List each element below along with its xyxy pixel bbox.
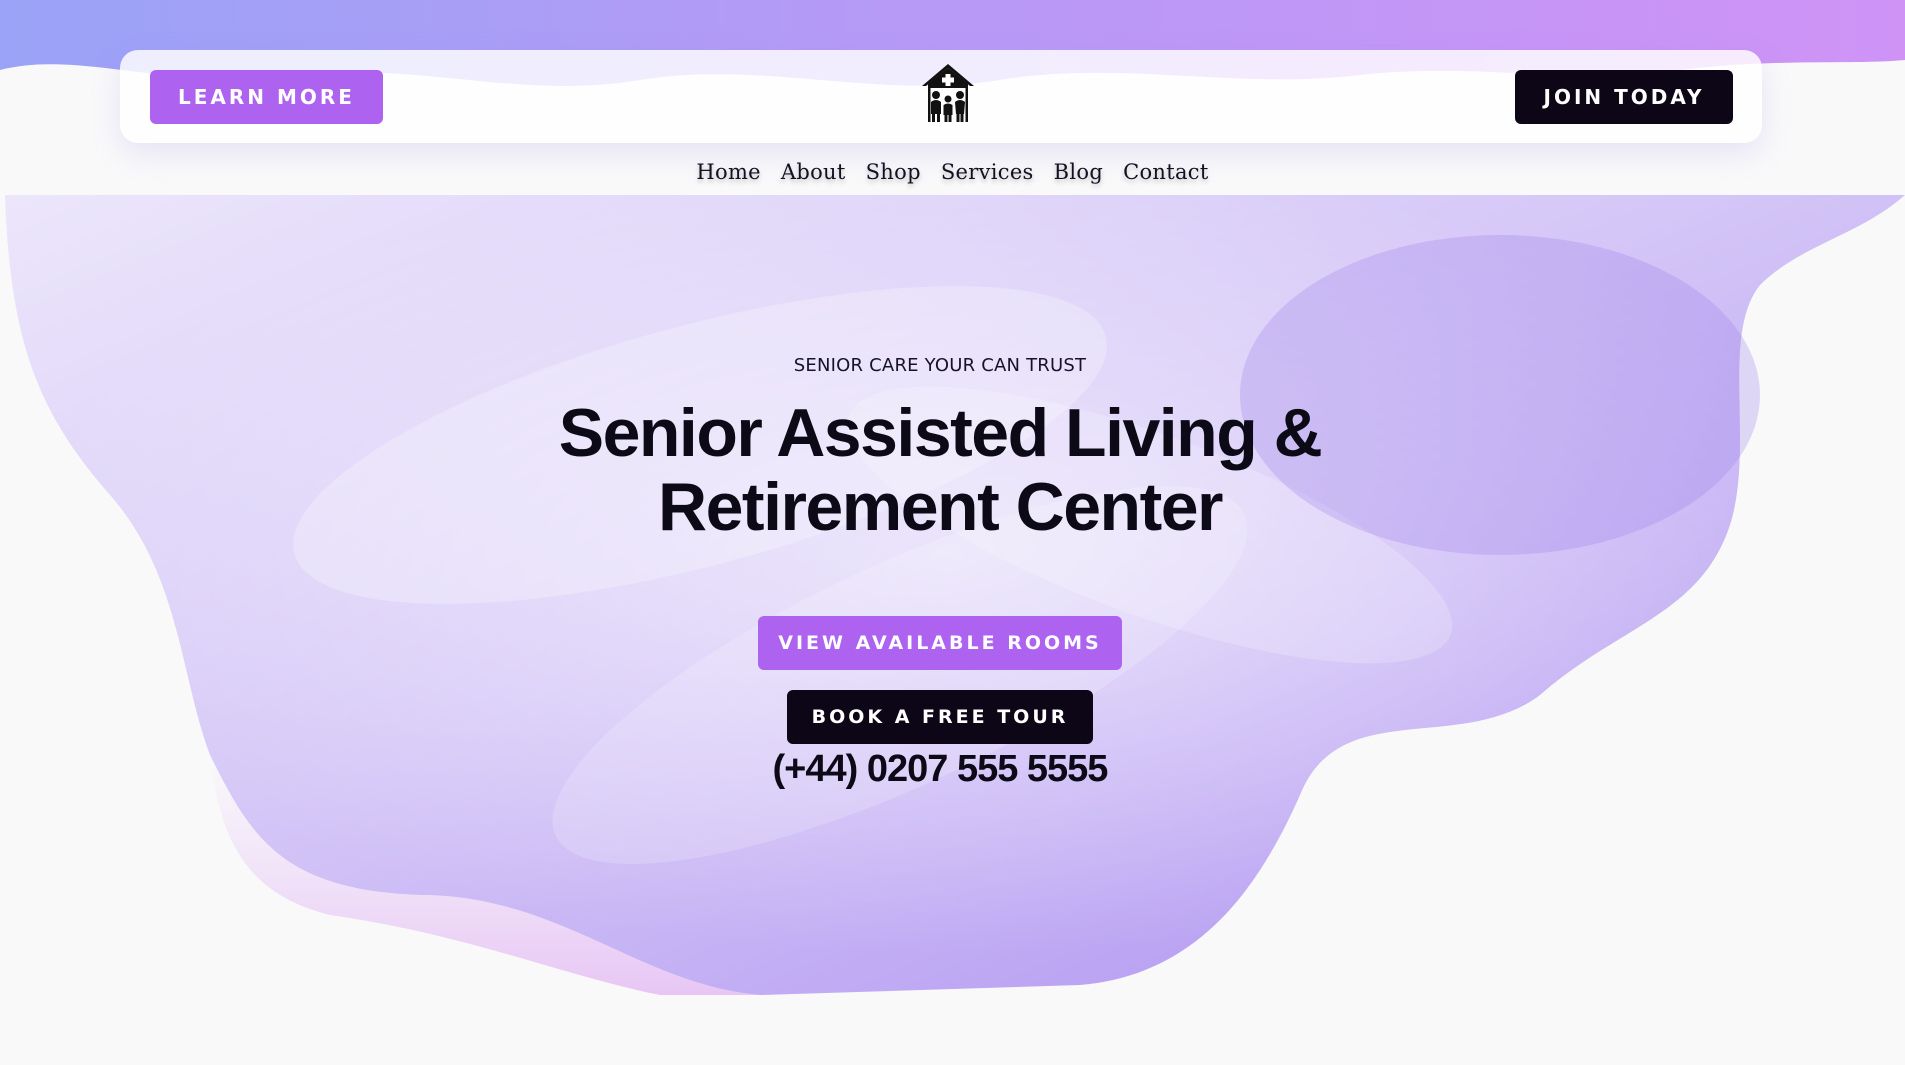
hero-title-line-2: Retirement Center xyxy=(658,469,1224,545)
book-free-tour-button[interactable]: BOOK A FREE TOUR xyxy=(787,690,1093,744)
hero-image-blob xyxy=(5,195,1905,995)
nav-item-contact[interactable]: Contact xyxy=(1123,160,1209,184)
nav-item-shop[interactable]: Shop xyxy=(866,160,921,184)
hero-eyebrow: SENIOR CARE YOUR CAN TRUST xyxy=(793,355,1087,376)
senior-home-logo-icon[interactable] xyxy=(918,62,978,124)
join-today-button[interactable]: JOIN TODAY xyxy=(1515,70,1733,124)
view-available-rooms-button[interactable]: VIEW AVAILABLE ROOMS xyxy=(758,616,1122,670)
phone-number[interactable]: (+44) 0207 555 5555 xyxy=(0,748,1880,791)
page: LEARN MORE JOIN TODAY Home About Shop Se… xyxy=(0,0,1905,1065)
nav-item-about[interactable]: About xyxy=(781,160,846,184)
nav-item-services[interactable]: Services xyxy=(941,160,1034,184)
nav-item-blog[interactable]: Blog xyxy=(1054,160,1103,184)
hero-title-line-1: Senior Assisted Living & xyxy=(558,395,1323,471)
main-nav: Home About Shop Services Blog Contact xyxy=(0,160,1905,184)
hero-title: Senior Assisted Living & Retirement Cent… xyxy=(0,396,1880,544)
nav-item-home[interactable]: Home xyxy=(696,160,761,184)
learn-more-button[interactable]: LEARN MORE xyxy=(150,70,383,124)
